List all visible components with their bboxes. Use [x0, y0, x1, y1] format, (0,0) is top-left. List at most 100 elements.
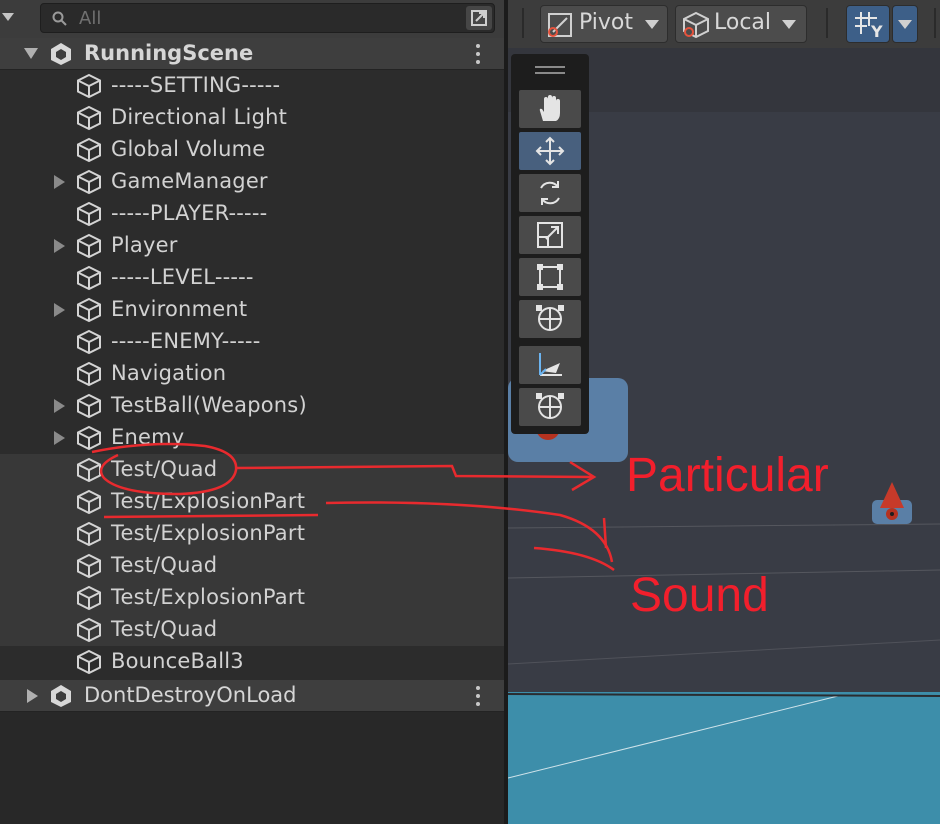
- gameobject-cube-icon: [77, 585, 101, 611]
- hierarchy-item[interactable]: Test/Quad: [0, 550, 504, 582]
- grid-options-dropdown[interactable]: [892, 5, 918, 43]
- hierarchy-item[interactable]: -----SETTING-----: [0, 70, 504, 102]
- hierarchy-item[interactable]: TestBall(Weapons): [0, 390, 504, 422]
- gameobject-cube-icon: [77, 521, 101, 547]
- hierarchy-search-field[interactable]: All: [40, 3, 495, 33]
- scene-menu-dots-icon[interactable]: [476, 44, 482, 64]
- scene-gizmo-icon[interactable]: [868, 480, 918, 528]
- item-label: -----ENEMY-----: [111, 329, 261, 353]
- hierarchy-item[interactable]: Environment: [0, 294, 504, 326]
- chevron-down-icon: [645, 20, 659, 29]
- unity-scene-icon: [51, 43, 71, 65]
- annotation-sound: Sound: [630, 569, 769, 622]
- external-window-icon: [471, 10, 487, 26]
- hierarchy-item[interactable]: Test/ExplosionPart: [0, 518, 504, 550]
- expand-arrow-icon[interactable]: [54, 431, 65, 445]
- transform-tool-button[interactable]: [519, 300, 581, 338]
- item-label: Enemy: [111, 425, 185, 449]
- item-label: Directional Light: [111, 105, 288, 129]
- search-icon: [52, 11, 67, 26]
- gameobject-cube-icon: [77, 201, 101, 227]
- scene-menu-dots-icon[interactable]: [476, 686, 482, 706]
- transform-all-icon: [536, 305, 564, 331]
- gameobject-cube-icon: [77, 393, 101, 419]
- pivot-label: Pivot: [579, 10, 634, 35]
- expand-arrow-icon[interactable]: [54, 303, 65, 317]
- item-label: Global Volume: [111, 137, 266, 161]
- gameobject-cube-icon: [77, 73, 101, 99]
- expand-arrow-icon[interactable]: [54, 175, 65, 189]
- gameobject-cube-icon: [77, 233, 101, 259]
- scene-row-dontdestroyonload[interactable]: DontDestroyOnLoad: [0, 680, 504, 712]
- scene-row-runningscene[interactable]: RunningScene: [0, 38, 504, 70]
- svg-text:Y: Y: [870, 22, 883, 38]
- item-label: Test/ExplosionPart: [111, 521, 306, 545]
- scale-tool-button[interactable]: [519, 216, 581, 254]
- gameobject-cube-icon: [77, 553, 101, 579]
- hierarchy-item[interactable]: Test/Quad: [0, 454, 504, 486]
- scene-name: RunningScene: [84, 41, 254, 65]
- pivot-dropdown[interactable]: Pivot: [540, 5, 668, 43]
- local-label: Local: [714, 10, 772, 35]
- hierarchy-item[interactable]: Directional Light: [0, 102, 504, 134]
- hierarchy-item[interactable]: -----LEVEL-----: [0, 262, 504, 294]
- scene-view[interactable]: Pivot Local Y: [508, 0, 940, 824]
- item-label: Test/Quad: [111, 457, 218, 481]
- hierarchy-item[interactable]: Player: [0, 230, 504, 262]
- item-label: GameManager: [111, 169, 268, 193]
- move-arrows-icon: [535, 136, 565, 166]
- gameobject-cube-icon: [77, 297, 101, 323]
- custom-editor-tool-button[interactable]: [519, 346, 581, 384]
- move-tool-button[interactable]: [519, 132, 581, 170]
- local-space-icon: [683, 11, 709, 39]
- hierarchy-item[interactable]: -----PLAYER-----: [0, 198, 504, 230]
- toolbar-separator: [522, 8, 524, 38]
- collapse-arrow-icon[interactable]: [24, 48, 38, 59]
- hierarchy-item[interactable]: Test/Quad: [0, 614, 504, 646]
- gameobject-cube-icon: [77, 457, 101, 483]
- hierarchy-item[interactable]: Enemy: [0, 422, 504, 454]
- local-dropdown[interactable]: Local: [675, 5, 807, 43]
- rotate-tool-button[interactable]: [519, 174, 581, 212]
- gameobject-cube-icon: [77, 265, 101, 291]
- chevron-down-icon: [782, 20, 796, 29]
- grid-snapping-button[interactable]: Y: [846, 5, 890, 43]
- overlay-grip-handle[interactable]: [535, 66, 565, 74]
- item-label: -----PLAYER-----: [111, 201, 268, 225]
- item-label: Player: [111, 233, 178, 257]
- scene-name: DontDestroyOnLoad: [84, 683, 297, 707]
- hierarchy-item[interactable]: Global Volume: [0, 134, 504, 166]
- gameobject-cube-icon: [77, 617, 101, 643]
- gameobject-cube-icon: [77, 137, 101, 163]
- toolbar-separator: [934, 8, 936, 38]
- hierarchy-item[interactable]: GameManager: [0, 166, 504, 198]
- hierarchy-item[interactable]: Test/ExplosionPart: [0, 582, 504, 614]
- create-dropdown-arrow-icon[interactable]: [2, 13, 14, 21]
- expand-arrow-icon[interactable]: [54, 239, 65, 253]
- gameobject-cube-icon: [77, 361, 101, 387]
- search-by-type-button[interactable]: [466, 6, 492, 30]
- hierarchy-item[interactable]: Navigation: [0, 358, 504, 390]
- rotate-icon: [540, 181, 560, 205]
- gameobject-cube-icon: [77, 489, 101, 515]
- expand-arrow-icon[interactable]: [27, 689, 38, 703]
- item-label: BounceBall3: [111, 649, 244, 673]
- item-label: Test/Quad: [111, 553, 218, 577]
- rect-tool-button[interactable]: [519, 258, 581, 296]
- hand-tool-button[interactable]: [519, 90, 581, 128]
- hierarchy-item[interactable]: -----ENEMY-----: [0, 326, 504, 358]
- item-label: -----LEVEL-----: [111, 265, 254, 289]
- item-label: Environment: [111, 297, 248, 321]
- edit-collider-icon: [539, 353, 562, 376]
- scene-toolbar: Pivot Local Y: [508, 0, 940, 48]
- custom-transform-tool-button[interactable]: [519, 388, 581, 426]
- hierarchy-item[interactable]: Test/ExplosionPart: [0, 486, 504, 518]
- item-label: Test/Quad: [111, 617, 218, 641]
- expand-arrow-icon[interactable]: [54, 399, 65, 413]
- gameobject-cube-icon: [77, 169, 101, 195]
- item-label: Test/ExplosionPart: [111, 585, 306, 609]
- hierarchy-item[interactable]: BounceBall3: [0, 646, 504, 678]
- item-label: TestBall(Weapons): [111, 393, 307, 417]
- scale-icon: [537, 222, 563, 248]
- hierarchy-toolbar: All: [0, 0, 504, 38]
